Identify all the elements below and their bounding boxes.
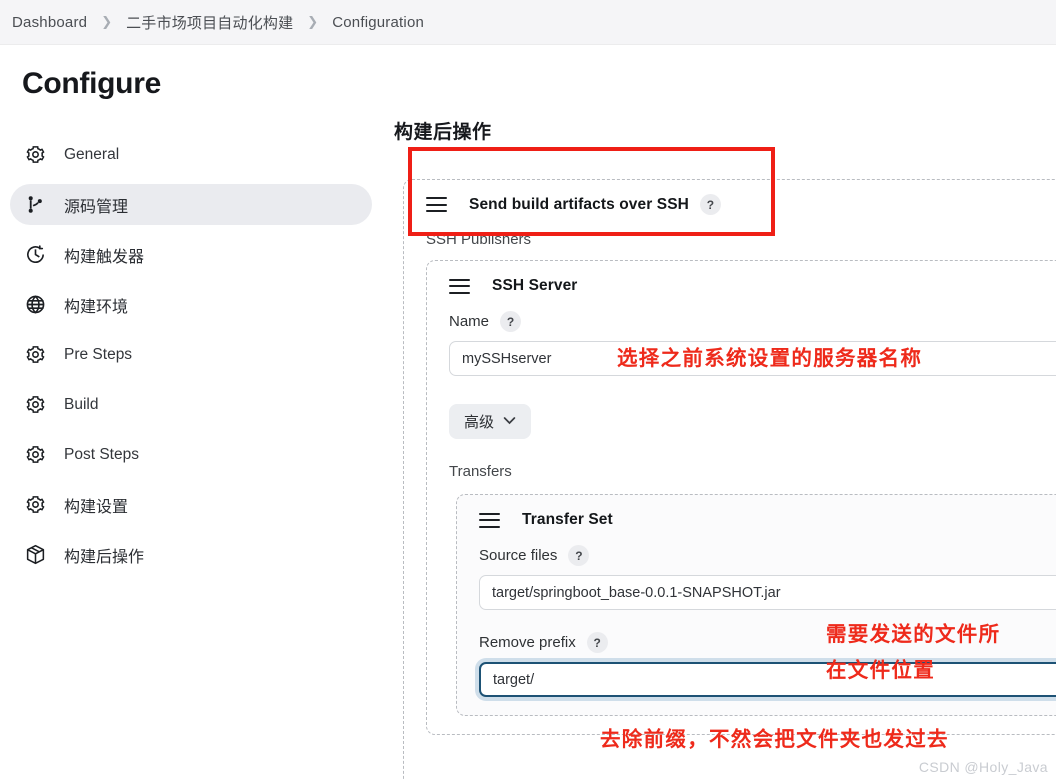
transfers-label: Transfers [449,463,512,480]
ssh-publishers-subtitle: SSH Publishers [426,231,532,248]
transfer-set-title: Transfer Set [522,511,613,528]
gear-icon [22,392,48,418]
ssh-server-title: SSH Server [492,277,578,294]
breadcrumb-item-dashboard[interactable]: Dashboard [12,14,87,31]
drag-handle-icon[interactable] [449,278,470,294]
gear-icon [22,342,48,368]
sidebar-item-pre-steps[interactable]: Pre Steps [10,334,372,375]
ssh-server-container: SSH Server Name ? 高级 Transfers [426,260,1056,735]
transfer-set-container: Transfer Set Source files ? Remove prefi… [456,494,1056,716]
name-label: Name [449,313,490,330]
chevron-right-icon: ❯ [101,14,113,29]
breadcrumb-bar: Dashboard ❯ 二手市场项目自动化构建 ❯ Configuration [0,0,1056,45]
breadcrumb-item-configuration[interactable]: Configuration [332,14,424,31]
ssh-server-header[interactable]: SSH Server [427,277,1056,295]
post-build-actions-container: Send build artifacts over SSH ? SSH Publ… [403,179,1056,779]
page-title: Configure [22,67,161,100]
ssh-publisher-block: Send build artifacts over SSH ? SSH Publ… [404,194,1056,248]
breadcrumb-item-project[interactable]: 二手市场项目自动化构建 [126,12,293,33]
remove-prefix-label: Remove prefix [479,634,576,651]
sidebar-item-label: 构建设置 [64,498,129,516]
gear-icon [22,442,48,468]
chevron-right-icon: ❯ [307,14,319,29]
sidebar-item-build[interactable]: Build [10,384,372,425]
help-icon[interactable]: ? [699,194,721,215]
sidebar-item-general[interactable]: General [10,134,372,175]
source-files-label-row: Source files ? [457,545,1056,566]
sidebar-item-post-build-actions[interactable]: 构建后操作 [10,534,372,575]
transfer-set-header[interactable]: Transfer Set [457,511,1056,529]
page-body: Configure General 源码管理 构建触发器 构建环境 Pre St… [0,45,1056,779]
sidebar-item-build-triggers[interactable]: 构建触发器 [10,234,372,275]
gear-icon [22,142,48,168]
sidebar-item-post-steps[interactable]: Post Steps [10,434,372,475]
help-icon[interactable]: ? [500,311,522,332]
ssh-publisher-title: Send build artifacts over SSH [469,195,689,213]
advanced-toggle-button[interactable]: 高级 [449,404,531,439]
sidebar-item-label: 源码管理 [64,198,129,216]
advanced-label: 高级 [463,414,494,431]
source-files-label: Source files [479,547,558,564]
sidebar-item-label: Build [64,395,99,413]
sidebar-item-build-environment[interactable]: 构建环境 [10,284,372,325]
remove-prefix-input[interactable] [479,662,1056,697]
help-icon[interactable]: ? [568,545,590,566]
sidebar-item-build-settings[interactable]: 构建设置 [10,484,372,525]
globe-icon [22,292,48,318]
sidebar-item-source-code-management[interactable]: 源码管理 [10,184,372,225]
clock-icon [22,242,48,268]
sidebar-item-label: 构建后操作 [64,548,145,566]
drag-handle-icon[interactable] [426,197,447,212]
drag-handle-icon[interactable] [479,512,500,528]
sidebar-item-label: 构建环境 [64,298,129,316]
section-heading: 构建后操作 [394,122,492,143]
main-content: 构建后操作 Send build artifacts over SSH ? SS… [390,45,1056,779]
help-icon[interactable]: ? [586,632,608,653]
gear-icon [22,492,48,518]
package-icon [22,542,48,568]
remove-prefix-label-row: Remove prefix ? [457,632,1056,653]
configure-sidebar: Configure General 源码管理 构建触发器 构建环境 Pre St… [0,45,390,779]
chevron-down-icon [503,416,516,428]
ssh-server-name-input[interactable] [449,341,1056,376]
sidebar-item-label: 构建触发器 [64,248,145,266]
git-branch-icon [22,192,48,218]
name-label-row: Name ? [427,311,1056,332]
sidebar-item-label: General [64,145,120,163]
sidebar-item-label: Pre Steps [64,345,133,363]
ssh-publisher-header[interactable]: Send build artifacts over SSH ? [404,194,1056,215]
source-files-input[interactable] [479,575,1056,610]
sidebar-item-label: Post Steps [64,445,139,463]
